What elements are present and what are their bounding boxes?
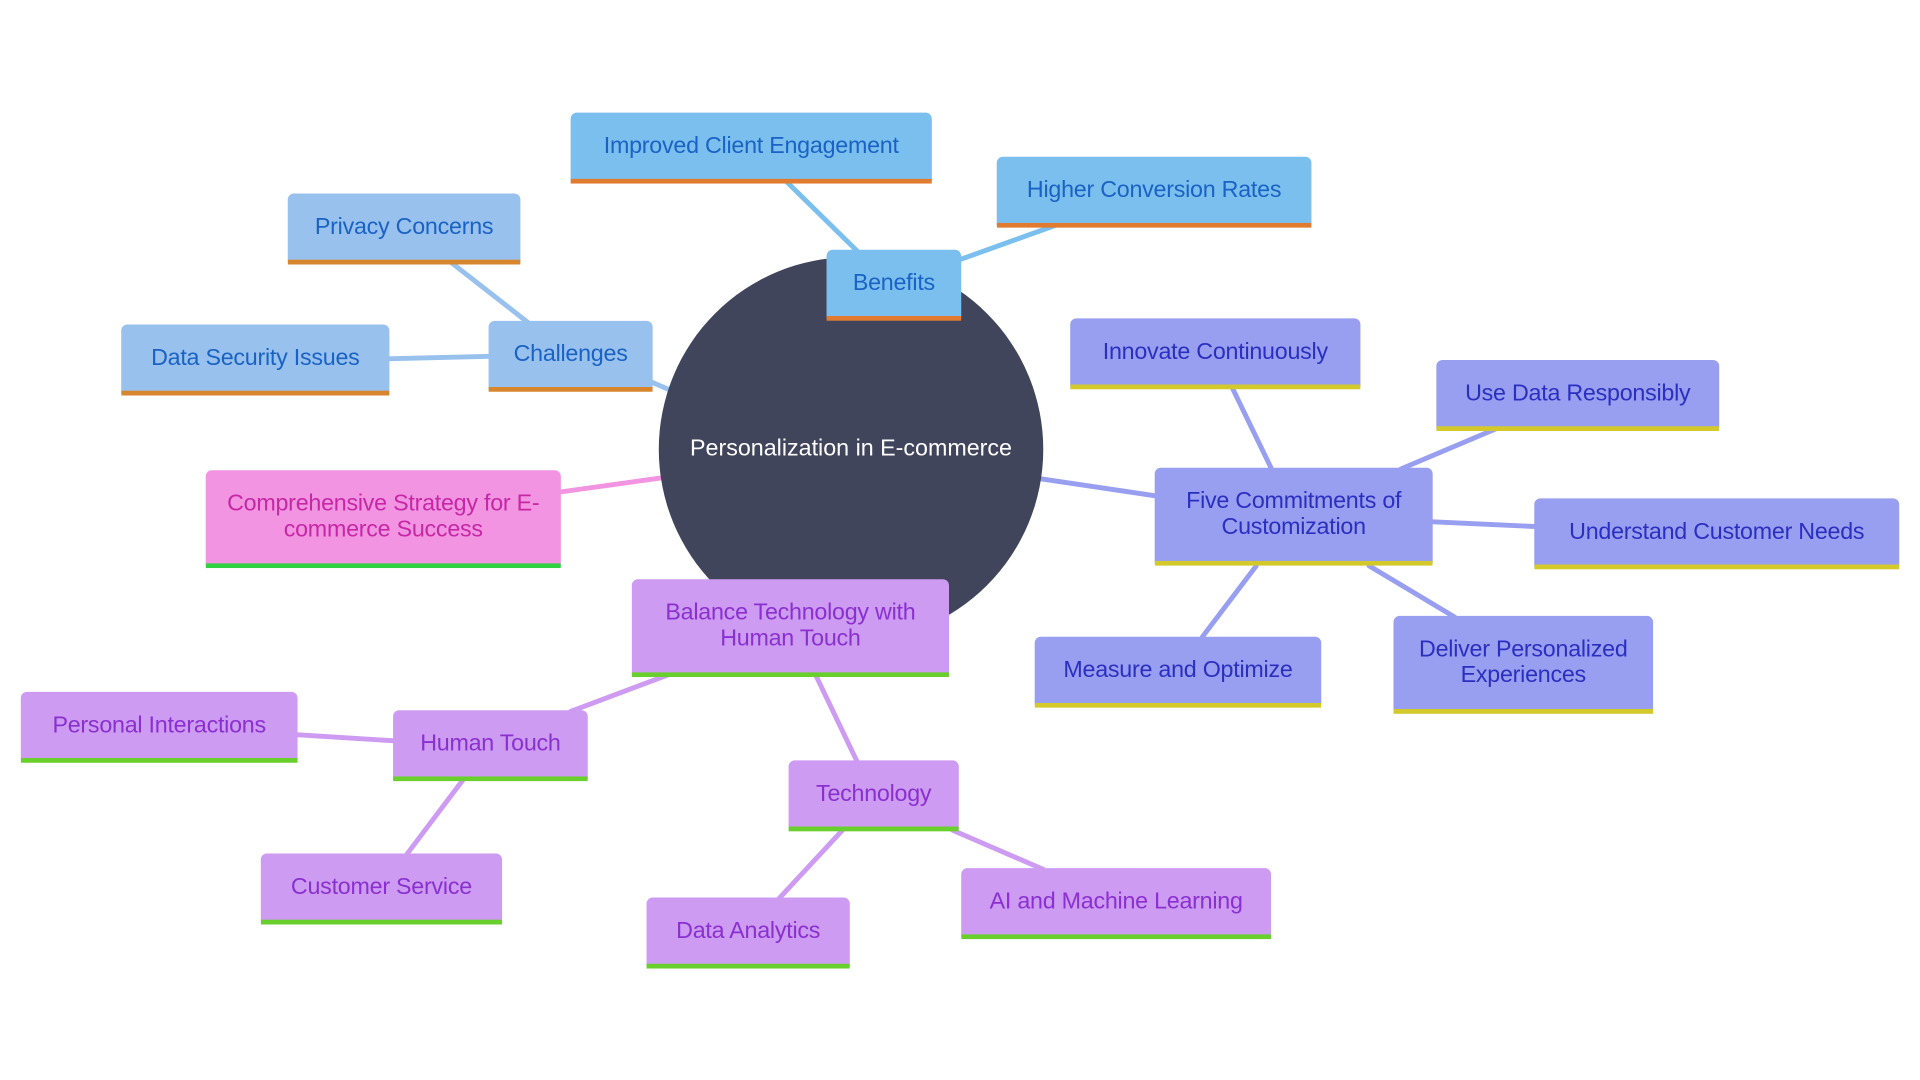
node-comprehensive-strategy[interactable]: Comprehensive Strategy for E-commerce Su… xyxy=(205,470,561,569)
edge-challenges-security xyxy=(384,353,493,362)
node-label: Deliver Personalized Experiences xyxy=(1419,636,1628,689)
node-label: Comprehensive Strategy for E-commerce Su… xyxy=(227,491,540,543)
node-label: Data Security Issues xyxy=(151,344,360,371)
edge-commitments-innovate xyxy=(1229,384,1274,471)
node-label: AI and Machine Learning xyxy=(989,888,1243,915)
node-label: Customer Service xyxy=(290,873,472,900)
node-data-analytics[interactable]: Data Analytics xyxy=(646,897,850,969)
node-benefits[interactable]: Benefits xyxy=(826,249,962,321)
node-label: Human Touch xyxy=(420,730,561,757)
node-improved-client-engagement[interactable]: Improved Client Engagement xyxy=(570,112,932,184)
node-privacy-concerns[interactable]: Privacy Concerns xyxy=(287,193,521,265)
edge-root-strategy xyxy=(555,475,667,495)
edge-benefits-conversion xyxy=(957,222,1058,263)
edge-commitments-deliver xyxy=(1366,563,1458,620)
node-label: Technology xyxy=(816,780,932,807)
node-customer-service[interactable]: Customer Service xyxy=(260,853,503,925)
node-label: Improved Client Engagement xyxy=(603,132,899,159)
edge-commitments-usedata xyxy=(1398,426,1499,472)
node-use-data-responsibly[interactable]: Use Data Responsibly xyxy=(1436,360,1720,432)
edge-tech-ai xyxy=(950,827,1046,872)
mindmap-canvas: Personalization in E-commerce Benefits I… xyxy=(0,0,1920,1080)
edge-root-commitments xyxy=(1038,476,1159,499)
node-label: Innovate Continuously xyxy=(1102,338,1328,365)
node-label: Benefits xyxy=(852,270,935,296)
node-data-security-issues[interactable]: Data Security Issues xyxy=(121,324,390,396)
node-label: Measure and Optimize xyxy=(1063,656,1293,683)
edge-tech-analytics xyxy=(776,827,845,902)
edge-balance-technology xyxy=(813,672,860,765)
node-label: Five Commitments of Customization xyxy=(1186,488,1402,541)
node-measure-and-optimize[interactable]: Measure and Optimize xyxy=(1034,636,1322,708)
edge-commitments-understand xyxy=(1427,519,1538,529)
edge-commitments-measure xyxy=(1200,563,1259,640)
node-challenges[interactable]: Challenges xyxy=(488,320,653,392)
edge-balance-human xyxy=(568,672,672,714)
node-balance-technology-human-touch[interactable]: Balance Technology with Human Touch xyxy=(631,579,949,678)
node-ai-machine-learning[interactable]: AI and Machine Learning xyxy=(961,868,1272,940)
node-higher-conversion-rates[interactable]: Higher Conversion Rates xyxy=(996,156,1312,228)
edge-challenges-privacy xyxy=(448,259,532,326)
node-label: Personal Interactions xyxy=(52,712,266,738)
edge-human-personal xyxy=(293,732,397,744)
node-label: Higher Conversion Rates xyxy=(1026,176,1282,203)
edge-benefits-engagement xyxy=(783,178,860,254)
node-human-touch[interactable]: Human Touch xyxy=(393,710,588,782)
node-five-commitments[interactable]: Five Commitments of Customization xyxy=(1154,467,1433,566)
node-understand-customer-needs[interactable]: Understand Customer Needs xyxy=(1534,498,1900,570)
edge-root-challenges xyxy=(648,379,672,392)
node-label: Use Data Responsibly xyxy=(1465,380,1691,406)
node-deliver-personalized-experiences[interactable]: Deliver Personalized Experiences xyxy=(1393,615,1654,714)
root-label: Personalization in E-commerce xyxy=(690,435,1013,462)
node-label: Balance Technology with Human Touch xyxy=(665,600,916,652)
node-label: Challenges xyxy=(513,341,628,367)
node-label: Understand Customer Needs xyxy=(1569,518,1865,545)
edge-human-service xyxy=(404,777,466,858)
node-label: Data Analytics xyxy=(676,917,821,944)
node-innovate-continuously[interactable]: Innovate Continuously xyxy=(1070,318,1361,390)
node-label: Privacy Concerns xyxy=(314,213,494,240)
node-personal-interactions[interactable]: Personal Interactions xyxy=(20,691,298,763)
node-technology[interactable]: Technology xyxy=(788,760,959,832)
